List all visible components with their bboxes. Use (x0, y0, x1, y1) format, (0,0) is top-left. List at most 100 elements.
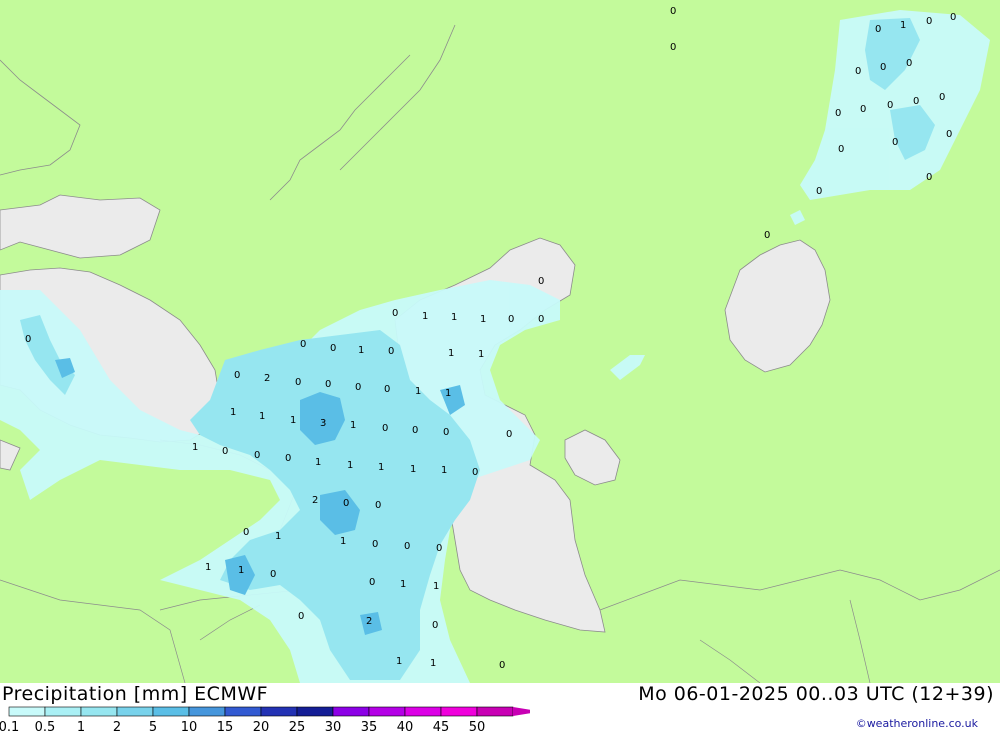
value-label: 0 (855, 66, 861, 77)
value-label: 0 (343, 498, 349, 509)
legend-label: 0.5 (35, 720, 56, 733)
value-label: 1 (430, 658, 436, 669)
value-label: 0 (816, 186, 822, 197)
value-label: 1 (400, 579, 406, 590)
legend-swatch (440, 706, 478, 717)
value-label: 0 (670, 42, 676, 53)
legend-swatch (332, 706, 370, 717)
value-label: 1 (350, 420, 356, 431)
value-label: 0 (243, 527, 249, 538)
legend-label: 40 (397, 720, 414, 733)
value-label: 0 (384, 384, 390, 395)
legend-swatch (476, 706, 514, 717)
value-label: 0 (254, 450, 260, 461)
color-legend: 0.1 0.5 1 2 5 10 15 20 25 30 35 40 45 50 (0, 706, 530, 733)
value-label: 3 (320, 418, 326, 429)
site-credit[interactable]: ©weatheronline.co.uk (856, 717, 978, 730)
legend-label: 0.1 (0, 720, 19, 733)
value-label: 2 (264, 373, 270, 384)
value-label: 1 (192, 442, 198, 453)
value-label: 0 (369, 577, 375, 588)
value-label: 1 (433, 581, 439, 592)
value-label: 2 (366, 616, 372, 627)
map-footer: Precipitation [mm] ECMWF Mo 06-01-2025 0… (0, 683, 1000, 733)
value-label: 0 (372, 539, 378, 550)
value-label: 1 (315, 457, 321, 468)
value-label: 1 (445, 388, 451, 399)
precipitation-map: 0 1 0 0 0 0 0 0 0 0 0 0 0 0 0 0 0 0 0 0 … (0, 0, 1000, 683)
value-label: 0 (670, 6, 676, 17)
value-label: 0 (875, 24, 881, 35)
legend-label: 15 (217, 720, 234, 733)
value-label: 0 (355, 382, 361, 393)
value-label: 0 (508, 314, 514, 325)
value-label: 0 (506, 429, 512, 440)
value-label: 1 (478, 349, 484, 360)
legend-label: 10 (181, 720, 198, 733)
value-label: 0 (880, 62, 886, 73)
value-label: 0 (270, 569, 276, 580)
legend-swatch (260, 706, 298, 717)
legend-label: 35 (361, 720, 378, 733)
value-label: 0 (432, 620, 438, 631)
legend-swatch (80, 706, 118, 717)
value-label: 1 (259, 411, 265, 422)
value-label: 2 (312, 495, 318, 506)
value-label: 1 (396, 656, 402, 667)
value-label: 1 (900, 20, 906, 31)
value-label: 0 (25, 334, 31, 345)
value-label: 1 (422, 311, 428, 322)
value-label: 0 (892, 137, 898, 148)
legend-swatch (404, 706, 442, 717)
value-label: 0 (499, 660, 505, 671)
value-label: 0 (285, 453, 291, 464)
value-label: 1 (230, 407, 236, 418)
value-label: 0 (222, 446, 228, 457)
legend-label: 1 (77, 720, 85, 733)
value-label: 0 (887, 100, 893, 111)
legend-label: 45 (433, 720, 450, 733)
legend-label: 20 (253, 720, 270, 733)
value-label: 0 (939, 92, 945, 103)
value-label: 0 (382, 423, 388, 434)
value-label: 0 (764, 230, 770, 241)
legend-label: 50 (469, 720, 486, 733)
value-label: 1 (415, 386, 421, 397)
value-label: 0 (950, 12, 956, 23)
value-label: 1 (410, 464, 416, 475)
legend-label: 2 (113, 720, 121, 733)
legend-label: 25 (289, 720, 306, 733)
legend-swatch (368, 706, 406, 717)
legend-swatch (296, 706, 334, 717)
value-label: 0 (835, 108, 841, 119)
value-label: 0 (906, 58, 912, 69)
value-label: 1 (441, 465, 447, 476)
value-label: 0 (472, 467, 478, 478)
value-label: 1 (238, 565, 244, 576)
value-label: 1 (451, 312, 457, 323)
value-label: 0 (300, 339, 306, 350)
value-label: 1 (340, 536, 346, 547)
legend-label: 5 (149, 720, 157, 733)
value-label: 0 (913, 96, 919, 107)
legend-arrow (513, 707, 530, 716)
value-label: 0 (234, 370, 240, 381)
value-label: 0 (412, 425, 418, 436)
legend-labels: 0.1 0.5 1 2 5 10 15 20 25 30 35 40 45 50 (0, 720, 485, 733)
value-label: 0 (946, 129, 952, 140)
value-label: 1 (347, 460, 353, 471)
value-label: 0 (538, 314, 544, 325)
value-label: 0 (838, 144, 844, 155)
value-label: 1 (205, 562, 211, 573)
legend-swatch (188, 706, 226, 717)
value-label: 0 (443, 427, 449, 438)
value-label: 0 (392, 308, 398, 319)
value-label: 0 (538, 276, 544, 287)
value-label: 1 (448, 348, 454, 359)
value-label: 0 (295, 377, 301, 388)
value-label: 1 (378, 462, 384, 473)
legend-swatch (224, 706, 262, 717)
value-label: 0 (375, 500, 381, 511)
valid-time: Mo 06-01-2025 00..03 UTC (12+39) (638, 683, 994, 705)
value-label: 0 (926, 172, 932, 183)
